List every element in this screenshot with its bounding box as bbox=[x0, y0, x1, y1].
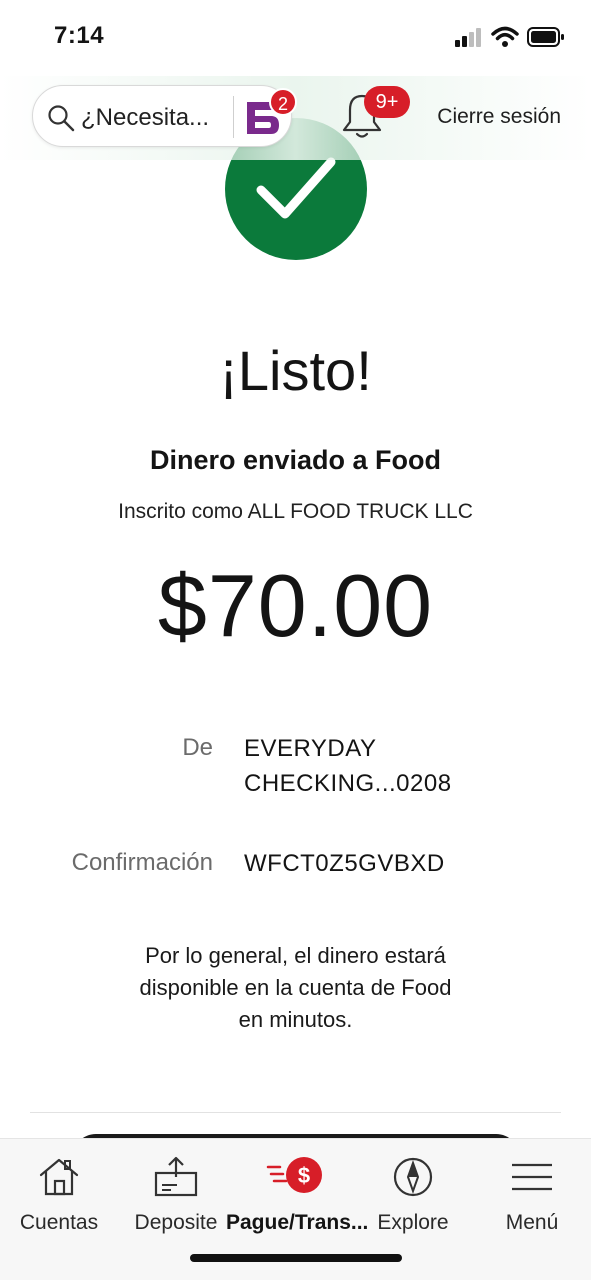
fargo-badge: 2 bbox=[269, 88, 297, 116]
note-line-1: Por lo general, el dinero estará bbox=[145, 943, 446, 968]
confirmation-label: Confirmación bbox=[71, 849, 213, 876]
nav-explore[interactable]: Explore bbox=[368, 1147, 458, 1247]
compass-icon bbox=[391, 1155, 435, 1204]
success-title: ¡Listo! bbox=[219, 339, 372, 402]
nav-accounts[interactable]: Cuentas bbox=[8, 1147, 110, 1247]
nav-explore-label: Explore bbox=[377, 1211, 449, 1234]
battery-icon bbox=[527, 27, 565, 52]
wifi-icon bbox=[491, 26, 519, 53]
recipient-enrolled-as: Inscrito como ALL FOOD TRUCK LLC bbox=[118, 500, 473, 523]
signal-icon bbox=[455, 27, 483, 52]
note-line-3: en minutos. bbox=[238, 1007, 353, 1032]
search-input[interactable]: ¿Necesita... bbox=[81, 104, 209, 132]
screen: 7:14 ¿Necesita... 2 9+ Cierre sesión ¡Li… bbox=[0, 0, 591, 1280]
home-indicator bbox=[190, 1254, 402, 1262]
home-icon bbox=[37, 1155, 81, 1204]
nav-menu[interactable]: Menú bbox=[482, 1147, 582, 1247]
from-account-line1: EVERYDAY bbox=[244, 735, 377, 762]
search-icon bbox=[47, 104, 75, 137]
availability-note: Por lo general, el dinero estará disponi… bbox=[80, 940, 511, 1036]
menu-icon bbox=[510, 1155, 554, 1204]
nav-pay-transfer[interactable]: $ Pague/Trans... bbox=[226, 1147, 369, 1247]
pay-transfer-icon: $ bbox=[266, 1155, 326, 1204]
from-account: EVERYDAY CHECKING...0208 bbox=[244, 731, 564, 801]
status-bar: 7:14 bbox=[0, 0, 591, 76]
status-time: 7:14 bbox=[54, 22, 105, 49]
notifications-badge: 9+ bbox=[364, 86, 410, 118]
from-label: De bbox=[182, 734, 213, 761]
top-header: ¿Necesita... 2 9+ Cierre sesión bbox=[0, 76, 591, 160]
search-bar[interactable]: ¿Necesita... 2 bbox=[32, 85, 297, 147]
nav-accounts-label: Cuentas bbox=[19, 1211, 99, 1234]
deposit-icon bbox=[153, 1155, 199, 1204]
confirmation-number: WFCT0Z5GVBXD bbox=[244, 850, 445, 877]
note-line-2: disponible en la cuenta de Food bbox=[139, 975, 452, 1000]
svg-text:$: $ bbox=[298, 1163, 310, 1188]
transfer-amount: $70.00 bbox=[157, 556, 434, 655]
recipient-heading: Dinero enviado a Food bbox=[149, 445, 442, 475]
from-account-line2: CHECKING...0208 bbox=[244, 770, 452, 797]
nav-deposit-label: Deposite bbox=[134, 1211, 218, 1234]
status-icons bbox=[455, 26, 565, 53]
divider bbox=[30, 1112, 561, 1113]
logout-link[interactable]: Cierre sesión bbox=[437, 105, 561, 129]
nav-menu-label: Menú bbox=[505, 1211, 559, 1234]
search-divider bbox=[233, 96, 234, 138]
nav-pay-transfer-label: Pague/Trans... bbox=[226, 1211, 369, 1234]
nav-deposit[interactable]: Deposite bbox=[128, 1147, 224, 1247]
